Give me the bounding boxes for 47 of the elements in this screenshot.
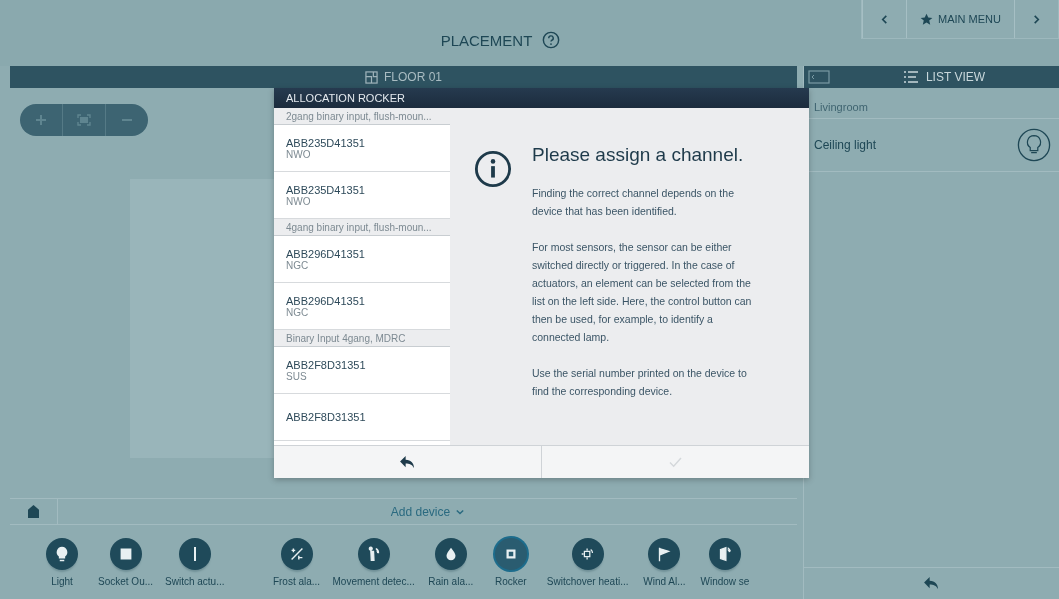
device-channel-item[interactable]: ABB235D41351 NWO <box>274 125 450 172</box>
info-paragraph: Finding the correct channel depends on the device that has been identified. <box>532 186 735 219</box>
device-type-item[interactable]: Switchover heati... <box>540 537 635 587</box>
panel-toggle-icon[interactable] <box>808 70 830 84</box>
list-view-title: LIST VIEW <box>925 70 986 84</box>
group-header: 2gang binary input, flush-moun... <box>274 108 450 125</box>
help-icon[interactable] <box>542 31 561 49</box>
add-device-button[interactable]: Add device <box>58 499 797 524</box>
info-paragraph: For most sensors, the sensor can be either switched directly or triggered. In the case of actuators, an element can be selected from the list on the left side. Here, the control button can then be used, for example, to identify a connected lamp. <box>532 240 753 345</box>
reply-arrow-icon <box>924 577 939 590</box>
dialog-title: ALLOCATION ROCKER <box>274 88 809 108</box>
device-type-item[interactable]: Window se <box>694 537 756 587</box>
info-paragraph: Use the serial number printed on the device to find the corresponding device. <box>532 366 748 399</box>
device-channel-item[interactable]: ABB2F8D31351 SUS <box>274 347 450 394</box>
device-type-item[interactable]: Movement detec... <box>326 537 421 587</box>
device-type-item[interactable]: Rocker <box>480 537 541 587</box>
device-type-item[interactable]: Wind Al... <box>634 537 695 587</box>
device-type-item[interactable]: Rain ala... <box>420 537 481 587</box>
lightbulb-icon <box>1017 128 1051 162</box>
group-header: 4gang binary input, flush-moun... <box>274 219 450 236</box>
chevron-down-icon <box>456 507 465 516</box>
next-button[interactable] <box>1014 0 1058 38</box>
device-channel-item[interactable]: ABB296D41351 NGC <box>274 236 450 283</box>
fit-screen-icon <box>77 114 91 126</box>
checkmark-icon <box>669 456 682 468</box>
chevron-right-icon <box>1032 14 1041 24</box>
star-icon <box>920 12 933 26</box>
device-type-item[interactable]: Frost ala... <box>266 537 327 587</box>
group-header: Binary Input 4gang, MDRC <box>274 330 450 347</box>
reply-arrow-icon <box>400 455 415 469</box>
device-type-item[interactable]: Socket Ou... <box>92 537 160 587</box>
back-button[interactable] <box>274 446 542 478</box>
device-type-item[interactable]: Light <box>32 537 92 587</box>
device-type-item[interactable]: Switch actu... <box>159 537 231 587</box>
switch-icon <box>193 546 196 561</box>
device-channel-item[interactable]: ABB2F8D31351 <box>274 394 450 441</box>
chevron-left-icon <box>880 14 889 24</box>
list-icon <box>903 71 918 83</box>
floor-plan-icon <box>365 70 378 84</box>
info-icon <box>474 150 512 188</box>
plus-icon <box>35 114 47 126</box>
previous-button[interactable] <box>862 0 906 38</box>
page-title: PLACEMENT <box>440 31 533 49</box>
main-menu-button[interactable]: MAIN MENU <box>906 0 1014 38</box>
floor-title: FLOOR 01 <box>384 70 442 84</box>
house-icon <box>28 505 39 518</box>
dialog-heading: Please assign a channel. <box>532 144 745 166</box>
